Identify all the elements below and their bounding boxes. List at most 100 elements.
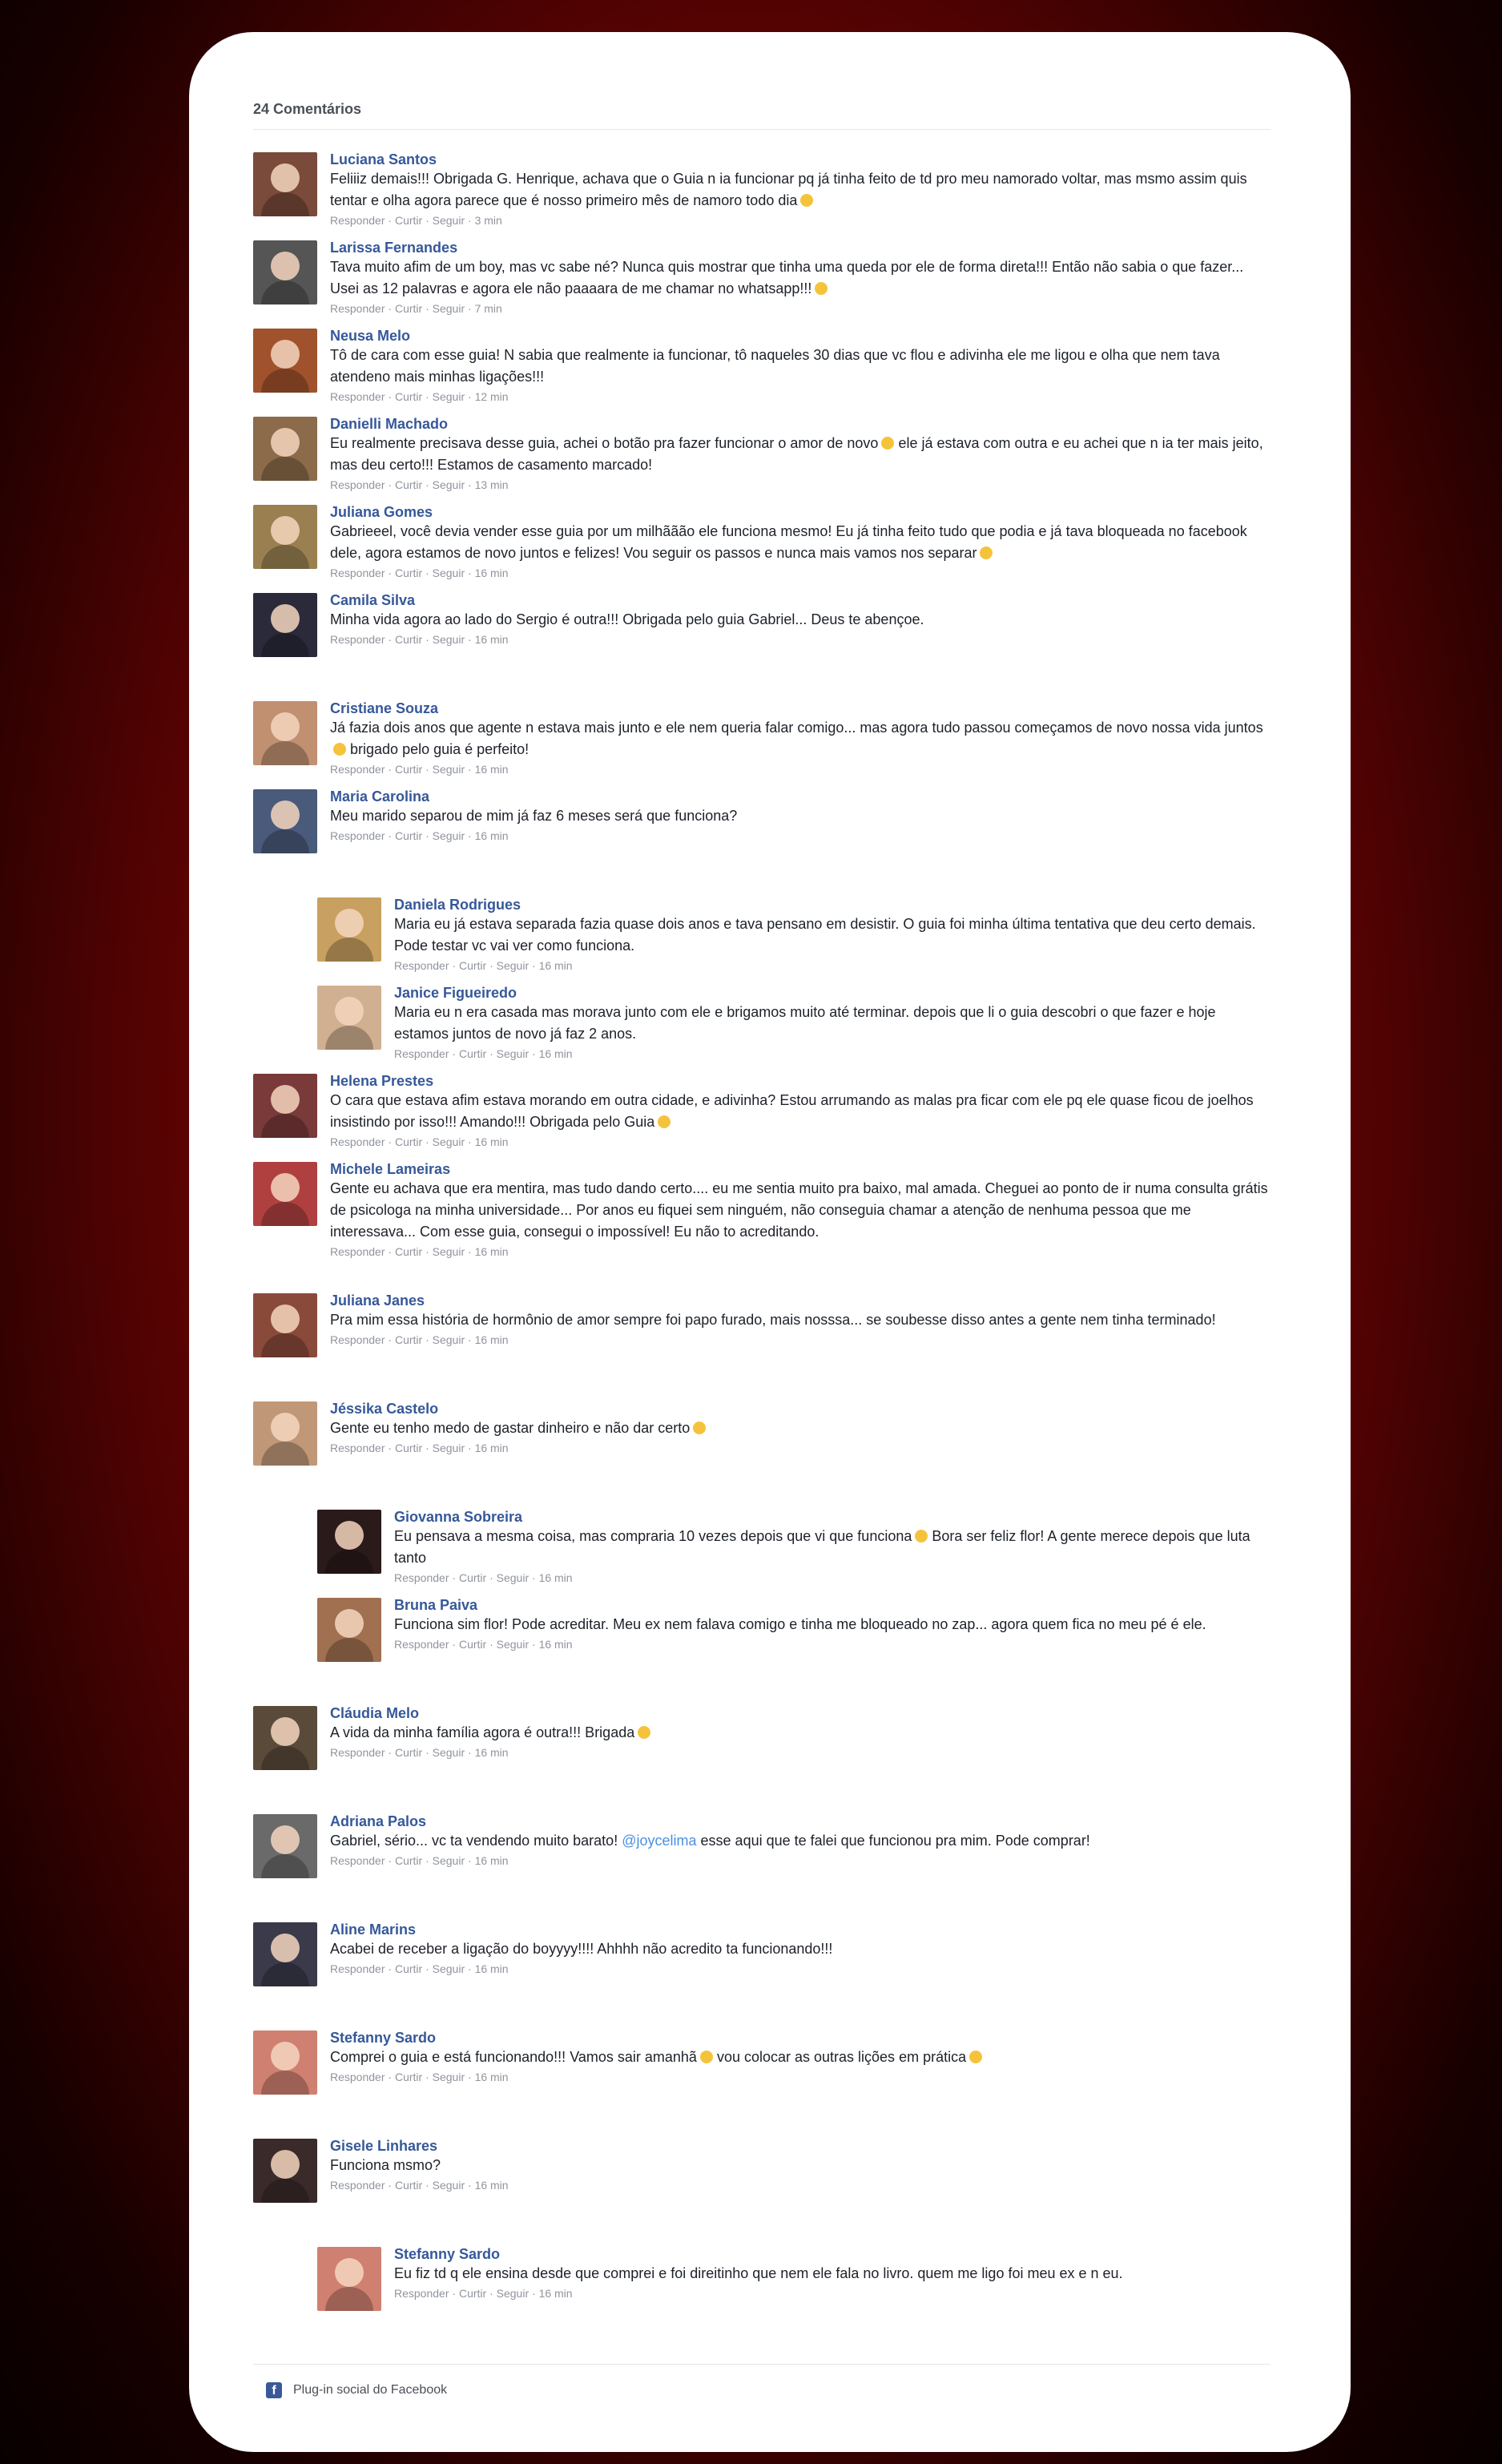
avatar[interactable] (253, 701, 317, 765)
like-link[interactable]: Curtir (395, 2071, 422, 2083)
avatar[interactable] (253, 1401, 317, 1466)
avatar[interactable] (253, 1293, 317, 1357)
comment-author[interactable]: Bruna Paiva (394, 1596, 1270, 1614)
reply-link[interactable]: Responder (330, 1746, 385, 1759)
follow-link[interactable]: Seguir (433, 633, 465, 646)
comment-author[interactable]: Cláudia Melo (330, 1704, 1270, 1722)
like-link[interactable]: Curtir (395, 763, 422, 776)
like-link[interactable]: Curtir (459, 2287, 486, 2300)
reply-link[interactable]: Responder (330, 478, 385, 491)
avatar[interactable] (253, 1706, 317, 1770)
avatar[interactable] (317, 2247, 381, 2311)
avatar[interactable] (253, 505, 317, 569)
avatar[interactable] (253, 1162, 317, 1226)
like-link[interactable]: Curtir (395, 1442, 422, 1454)
reply-link[interactable]: Responder (330, 1135, 385, 1148)
comment-author[interactable]: Gisele Linhares (330, 2137, 1270, 2155)
avatar[interactable] (317, 897, 381, 962)
like-link[interactable]: Curtir (395, 1746, 422, 1759)
reply-link[interactable]: Responder (394, 959, 449, 972)
avatar[interactable] (317, 986, 381, 1050)
like-link[interactable]: Curtir (395, 214, 422, 227)
follow-link[interactable]: Seguir (433, 763, 465, 776)
follow-link[interactable]: Seguir (433, 1245, 465, 1258)
comment-author[interactable]: Giovanna Sobreira (394, 1508, 1270, 1526)
comment-author[interactable]: Stefanny Sardo (394, 2245, 1270, 2263)
reply-link[interactable]: Responder (330, 302, 385, 315)
reply-link[interactable]: Responder (330, 390, 385, 403)
like-link[interactable]: Curtir (459, 1638, 486, 1651)
avatar[interactable] (253, 1922, 317, 1986)
follow-link[interactable]: Seguir (497, 1047, 529, 1060)
follow-link[interactable]: Seguir (433, 1854, 465, 1867)
follow-link[interactable]: Seguir (433, 2071, 465, 2083)
follow-link[interactable]: Seguir (497, 959, 529, 972)
like-link[interactable]: Curtir (395, 478, 422, 491)
follow-link[interactable]: Seguir (433, 567, 465, 579)
comment-author[interactable]: Jéssika Castelo (330, 1400, 1270, 1418)
mention-link[interactable]: @joycelima (622, 1833, 696, 1849)
avatar[interactable] (253, 2030, 317, 2095)
follow-link[interactable]: Seguir (433, 478, 465, 491)
like-link[interactable]: Curtir (459, 959, 486, 972)
follow-link[interactable]: Seguir (433, 2179, 465, 2192)
like-link[interactable]: Curtir (395, 829, 422, 842)
avatar[interactable] (253, 2139, 317, 2203)
comment-author[interactable]: Aline Marins (330, 1921, 1270, 1938)
comment-author[interactable]: Cristiane Souza (330, 700, 1270, 717)
reply-link[interactable]: Responder (330, 633, 385, 646)
reply-link[interactable]: Responder (330, 1333, 385, 1346)
reply-link[interactable]: Responder (330, 829, 385, 842)
like-link[interactable]: Curtir (395, 1962, 422, 1975)
comment-author[interactable]: Maria Carolina (330, 788, 1270, 805)
comment-author[interactable]: Adriana Palos (330, 1813, 1270, 1830)
comment-author[interactable]: Juliana Janes (330, 1292, 1270, 1309)
comment-author[interactable]: Juliana Gomes (330, 503, 1270, 521)
comment-author[interactable]: Luciana Santos (330, 151, 1270, 168)
reply-link[interactable]: Responder (330, 567, 385, 579)
comment-author[interactable]: Danielli Machado (330, 415, 1270, 433)
avatar[interactable] (253, 1814, 317, 1878)
reply-link[interactable]: Responder (394, 1571, 449, 1584)
reply-link[interactable]: Responder (330, 2179, 385, 2192)
follow-link[interactable]: Seguir (433, 1333, 465, 1346)
reply-link[interactable]: Responder (330, 1854, 385, 1867)
follow-link[interactable]: Seguir (433, 1962, 465, 1975)
like-link[interactable]: Curtir (395, 1854, 422, 1867)
like-link[interactable]: Curtir (395, 1245, 422, 1258)
avatar[interactable] (253, 152, 317, 216)
follow-link[interactable]: Seguir (433, 302, 465, 315)
like-link[interactable]: Curtir (459, 1047, 486, 1060)
follow-link[interactable]: Seguir (497, 1638, 529, 1651)
like-link[interactable]: Curtir (395, 1135, 422, 1148)
reply-link[interactable]: Responder (330, 1962, 385, 1975)
comment-author[interactable]: Helena Prestes (330, 1072, 1270, 1090)
avatar[interactable] (317, 1598, 381, 1662)
follow-link[interactable]: Seguir (433, 1135, 465, 1148)
avatar[interactable] (317, 1510, 381, 1574)
comment-author[interactable]: Stefanny Sardo (330, 2029, 1270, 2047)
follow-link[interactable]: Seguir (497, 2287, 529, 2300)
like-link[interactable]: Curtir (395, 567, 422, 579)
comment-author[interactable]: Neusa Melo (330, 327, 1270, 345)
avatar[interactable] (253, 240, 317, 304)
comment-author[interactable]: Janice Figueiredo (394, 984, 1270, 1002)
avatar[interactable] (253, 789, 317, 853)
reply-link[interactable]: Responder (394, 2287, 449, 2300)
like-link[interactable]: Curtir (395, 2179, 422, 2192)
reply-link[interactable]: Responder (394, 1047, 449, 1060)
follow-link[interactable]: Seguir (433, 390, 465, 403)
reply-link[interactable]: Responder (330, 2071, 385, 2083)
follow-link[interactable]: Seguir (433, 1442, 465, 1454)
footer-label[interactable]: Plug-in social do Facebook (293, 2383, 447, 2397)
reply-link[interactable]: Responder (330, 214, 385, 227)
like-link[interactable]: Curtir (459, 1571, 486, 1584)
reply-link[interactable]: Responder (330, 1245, 385, 1258)
avatar[interactable] (253, 593, 317, 657)
comment-author[interactable]: Michele Lameiras (330, 1160, 1270, 1178)
like-link[interactable]: Curtir (395, 390, 422, 403)
avatar[interactable] (253, 417, 317, 481)
follow-link[interactable]: Seguir (497, 1571, 529, 1584)
like-link[interactable]: Curtir (395, 1333, 422, 1346)
comment-author[interactable]: Daniela Rodrigues (394, 896, 1270, 913)
